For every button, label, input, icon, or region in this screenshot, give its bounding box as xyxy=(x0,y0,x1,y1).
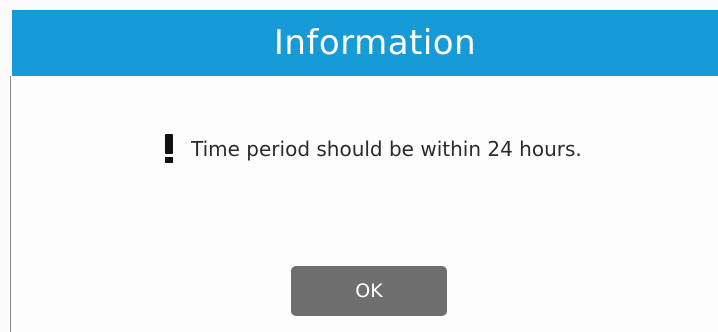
dialog-content: Time period should be within 24 hours. O… xyxy=(11,76,718,332)
dialog-message: Time period should be within 24 hours. xyxy=(191,137,582,161)
ok-button[interactable]: OK xyxy=(291,266,447,316)
dialog-title: Information xyxy=(273,23,477,63)
exclamation-icon xyxy=(163,134,177,164)
dialog-title-bar: Information xyxy=(12,10,718,76)
message-row: Time period should be within 24 hours. xyxy=(163,134,582,164)
information-dialog: Information Time period should be within… xyxy=(0,0,718,332)
